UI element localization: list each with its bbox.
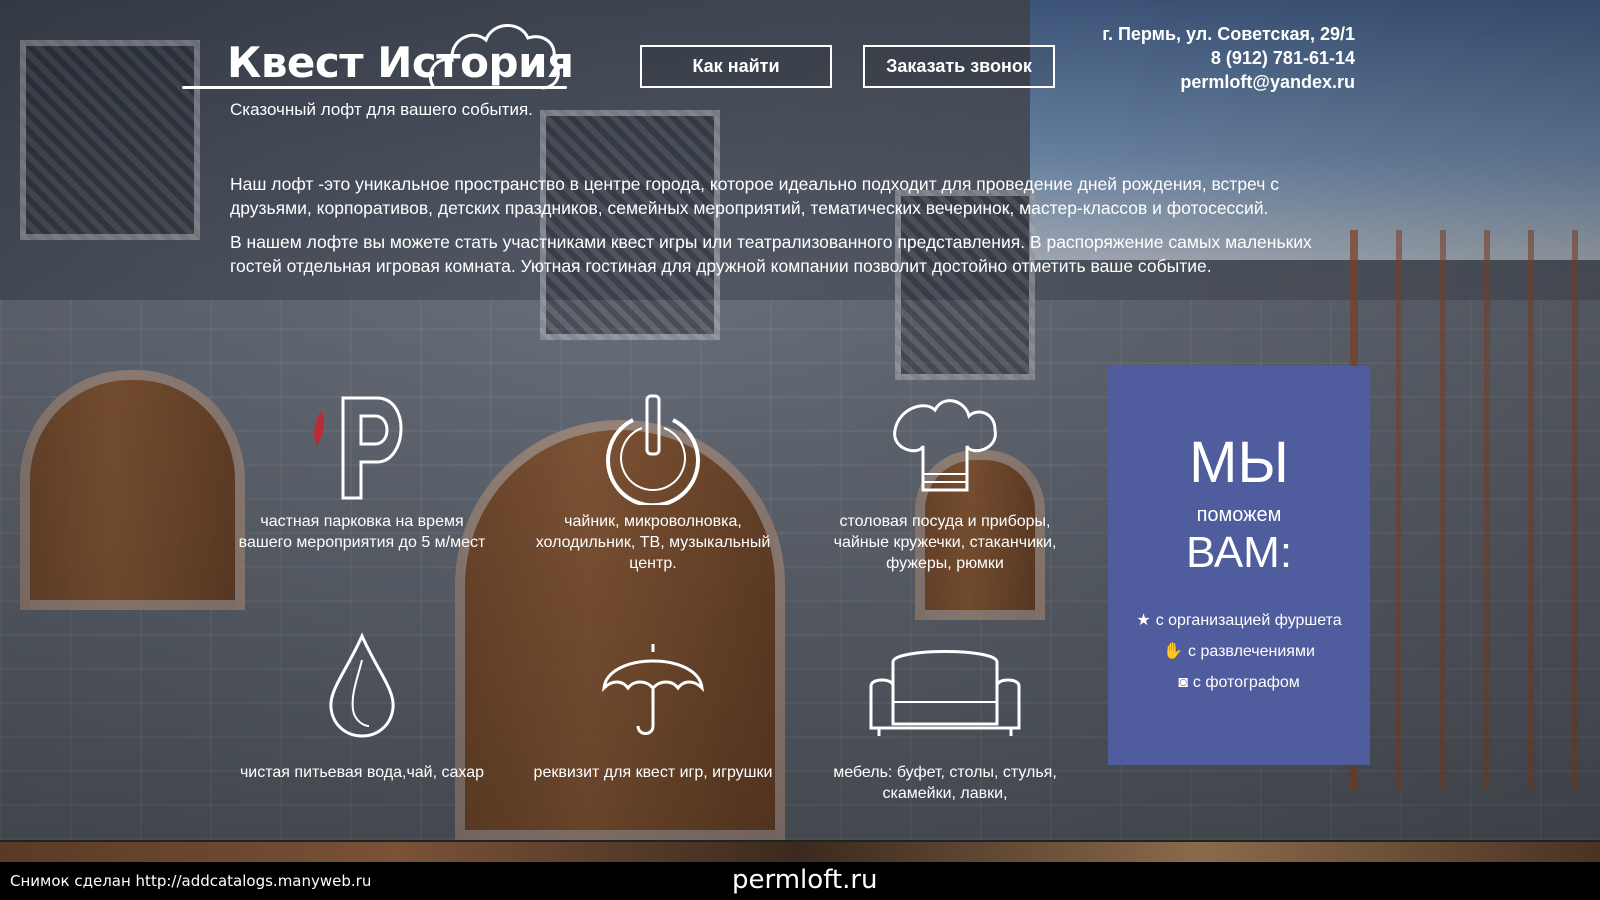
feature-text: мебель: буфет, столы, стулья, скамейки, … bbox=[833, 764, 1057, 802]
logo-underline bbox=[182, 86, 567, 89]
intro-paragraph: В нашем лофте вы можете стать участникам… bbox=[230, 232, 1312, 276]
parking-icon bbox=[314, 396, 403, 500]
help-panel: МЫ поможем ВАМ: ★ с организацией фуршета… bbox=[1108, 366, 1370, 765]
feature-furniture: мебель: буфет, столы, стулья, скамейки, … bbox=[815, 625, 1075, 804]
email-link[interactable]: permloft@yandex.ru bbox=[1180, 72, 1355, 92]
feature-text: частная парковка на время вашего меропри… bbox=[238, 513, 486, 551]
screenshot-note: Снимок сделан http://addcatalogs.manyweb… bbox=[10, 872, 372, 890]
chef-hat-icon bbox=[893, 399, 997, 492]
tagline: Сказочный лофт для вашего события. bbox=[230, 100, 533, 119]
feature-props: реквизит для квест игр, игрушки bbox=[523, 625, 783, 783]
help-item-label: с организацией фуршета bbox=[1155, 612, 1342, 629]
help-heading-we: МЫ bbox=[1189, 430, 1289, 495]
power-icon bbox=[606, 394, 700, 505]
address: г. Пермь, ул. Советская, 29/1 bbox=[1102, 24, 1355, 44]
how-to-find-button[interactable]: Как найти bbox=[640, 45, 832, 88]
feature-water: чистая питьевая вода,чай, сахар bbox=[232, 625, 492, 783]
intro-text: Наш лофт -это уникальное пространство в … bbox=[230, 172, 1365, 278]
help-item-photographer: ◙ с фотографом bbox=[1108, 667, 1370, 698]
intro-paragraph: Наш лофт -это уникальное пространство в … bbox=[230, 174, 1279, 218]
site-name[interactable]: permloft.ru bbox=[732, 865, 878, 895]
help-item-label: с фотографом bbox=[1192, 674, 1300, 691]
camera-icon: ◙ bbox=[1178, 674, 1188, 691]
umbrella-icon bbox=[602, 644, 704, 735]
feature-parking: частная парковка на время вашего меропри… bbox=[232, 380, 492, 553]
feature-text: реквизит для квест игр, игрушки bbox=[533, 764, 773, 781]
feature-dishes: столовая посуда и приборы, чайные кружеч… bbox=[815, 380, 1075, 574]
logo-title: Квест История bbox=[227, 38, 574, 87]
footer-bar: Снимок сделан http://addcatalogs.manyweb… bbox=[0, 862, 1600, 900]
contacts: г. Пермь, ул. Советская, 29/1 8 (912) 78… bbox=[1102, 22, 1355, 94]
phone[interactable]: 8 (912) 781-61-14 bbox=[1102, 46, 1355, 70]
help-item-buffet: ★ с организацией фуршета bbox=[1108, 605, 1370, 636]
sofa-icon bbox=[869, 650, 1021, 736]
help-heading-you: ВАМ: bbox=[1185, 528, 1293, 577]
feature-text: чистая питьевая вода,чай, сахар bbox=[239, 764, 485, 781]
help-list: ★ с организацией фуршета ✋ с развлечения… bbox=[1108, 605, 1370, 698]
water-drop-icon bbox=[329, 632, 395, 738]
logo[interactable]: Квест История bbox=[182, 18, 574, 98]
feature-text: столовая посуда и приборы, чайные кружеч… bbox=[833, 513, 1057, 572]
ground-strip bbox=[0, 842, 1600, 862]
hand-icon: ✋ bbox=[1163, 643, 1184, 660]
help-item-label: с развлечениями bbox=[1188, 643, 1315, 660]
order-call-button[interactable]: Заказать звонок bbox=[863, 45, 1055, 88]
help-heading-help: поможем bbox=[1196, 504, 1282, 526]
star-icon: ★ bbox=[1136, 612, 1151, 629]
feature-appliances: чайник, микроволновка, холодильник, ТВ, … bbox=[523, 380, 783, 574]
feature-text: чайник, микроволновка, холодильник, ТВ, … bbox=[535, 513, 771, 572]
help-item-entertainment: ✋ с развлечениями bbox=[1108, 636, 1370, 667]
